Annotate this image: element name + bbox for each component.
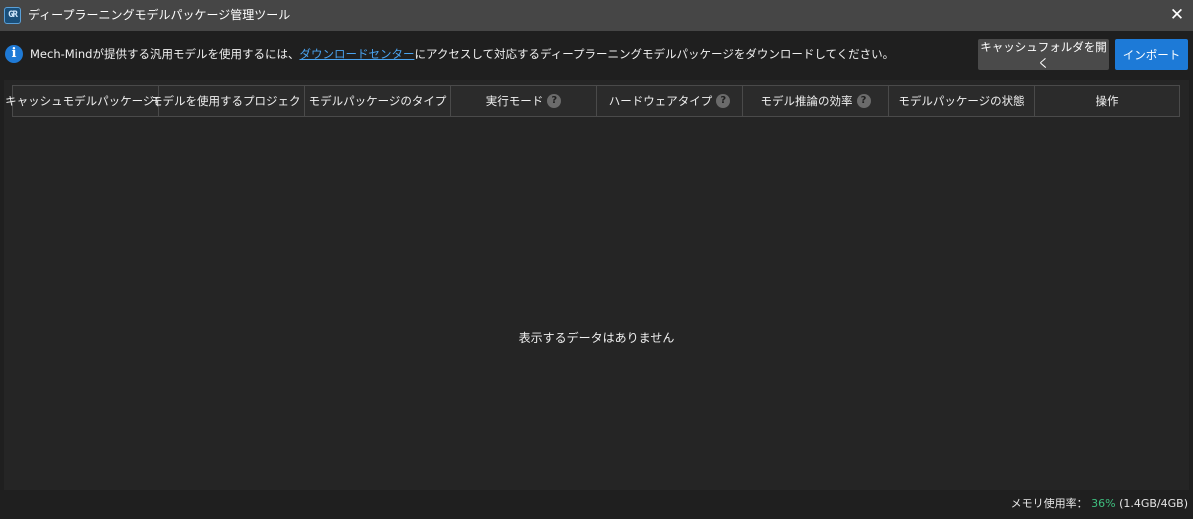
column-label: キャッシュモデルパッケージ名 (5, 94, 166, 108)
memory-detail: (1.4GB/4GB) (1119, 497, 1188, 510)
app-logo-icon: GR (4, 7, 21, 24)
help-icon[interactable]: ? (547, 94, 562, 108)
column-header-operations[interactable]: 操作 (1034, 85, 1180, 117)
help-icon[interactable]: ? (856, 94, 871, 108)
column-header-hardware-type[interactable]: ハードウェアタイプ? (596, 85, 743, 117)
column-label: モデルを使用するプロジェクト (151, 94, 312, 108)
column-label: モデル推論の効率 (760, 94, 853, 108)
model-package-table: キャッシュモデルパッケージ名 モデルを使用するプロジェクト モデルパッケージのタ… (4, 80, 1189, 490)
help-icon[interactable]: ? (716, 94, 731, 108)
column-header-inference-efficiency[interactable]: モデル推論の効率? (742, 85, 889, 117)
memory-label: メモリ使用率： (1010, 497, 1088, 510)
info-message-suffix: にアクセスして対応するディープラーニングモデルパッケージをダウンロードしてくださ… (414, 47, 895, 61)
open-cache-folder-button[interactable]: キャッシュフォルダを開く (978, 39, 1109, 70)
title-bar: GR ディープラーニングモデルパッケージ管理ツール ✕ (0, 0, 1193, 31)
column-header-projects[interactable]: モデルを使用するプロジェクト (151, 85, 312, 117)
info-bar: i Mech-Mindが提供する汎用モデルを使用するには、ダウンロードセンターに… (0, 31, 1193, 78)
app-window: GR ディープラーニングモデルパッケージ管理ツール ✕ i Mech-Mindが… (0, 0, 1193, 519)
download-center-link[interactable]: ダウンロードセンター (299, 47, 414, 61)
import-button[interactable]: インポート (1115, 39, 1188, 70)
column-header-package-status[interactable]: モデルパッケージの状態 (888, 85, 1035, 117)
column-label: 操作 (1095, 94, 1119, 108)
column-header-package-type[interactable]: モデルパッケージのタイプ (304, 85, 451, 117)
table-header: キャッシュモデルパッケージ名 モデルを使用するプロジェクト モデルパッケージのタ… (5, 85, 1180, 117)
window-title: ディープラーニングモデルパッケージ管理ツール (28, 8, 291, 22)
info-icon: i (5, 45, 23, 63)
info-message-prefix: Mech-Mindが提供する汎用モデルを使用するには、 (30, 47, 300, 61)
empty-state-message: 表示するデータはありません (518, 331, 675, 345)
column-label: 実行モード (485, 94, 544, 108)
column-header-run-mode[interactable]: 実行モード? (450, 85, 597, 117)
column-label: モデルパッケージの状態 (898, 94, 1025, 108)
column-label: モデルパッケージのタイプ (308, 94, 447, 108)
memory-status: メモリ使用率： 36% (1.4GB/4GB) (1011, 496, 1188, 512)
info-message: Mech-Mindが提供する汎用モデルを使用するには、ダウンロードセンターにアク… (30, 45, 894, 63)
memory-percent: 36% (1091, 497, 1116, 510)
column-label: ハードウェアタイプ (608, 94, 713, 108)
column-header-cache-name[interactable]: キャッシュモデルパッケージ名 (5, 85, 166, 117)
close-icon[interactable]: ✕ (1167, 5, 1187, 25)
